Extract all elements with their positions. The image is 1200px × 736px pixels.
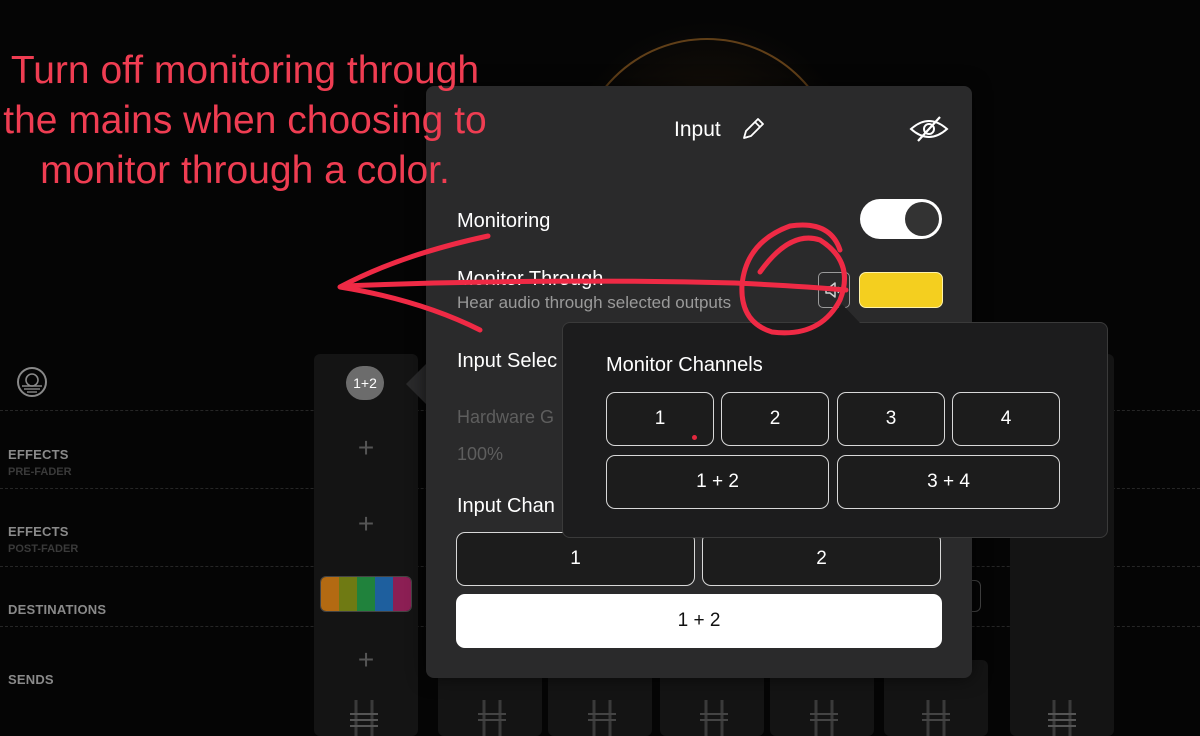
monitor-channel-4-button[interactable]: 4	[952, 392, 1060, 446]
add-send-button[interactable]: +	[351, 646, 381, 674]
speaker-icon	[825, 282, 840, 298]
hardware-gain-value: 100%	[457, 444, 504, 464]
channel-badge[interactable]: 1+2	[346, 366, 384, 400]
fader-icon[interactable]	[474, 696, 510, 736]
subpopover-pointer	[824, 304, 860, 323]
destination-color-4	[375, 577, 393, 611]
fader-icon[interactable]	[806, 696, 842, 736]
destination-color-3	[357, 577, 375, 611]
row-label-sends: SENDS	[8, 672, 54, 687]
annotation-text: Turn off monitoring through the mains wh…	[3, 49, 487, 192]
pencil-icon[interactable]	[738, 114, 768, 144]
monitoring-toggle[interactable]	[860, 199, 942, 239]
selection-dot	[692, 435, 697, 440]
fader-icon[interactable]	[1044, 696, 1080, 736]
fader-icon[interactable]	[584, 696, 620, 736]
monitor-channel-1-2-button[interactable]: 1 + 2	[606, 455, 829, 509]
monitor-color-button[interactable]	[859, 272, 943, 308]
monitoring-label: Monitoring	[457, 210, 551, 232]
hardware-gain-label: Hardware G	[457, 407, 555, 427]
fader-icon[interactable]	[346, 696, 382, 736]
channel-strip[interactable]	[314, 354, 418, 736]
input-channel-1-2-button[interactable]: 1 + 2	[456, 594, 942, 648]
monitor-channel-3-button[interactable]: 3	[837, 392, 945, 446]
destination-color-1	[321, 577, 339, 611]
add-effect-post-button[interactable]: +	[351, 510, 381, 538]
row-label-effects-post: EFFECTS	[8, 524, 69, 539]
monitor-channel-2-button[interactable]: 2	[721, 392, 829, 446]
monitor-channels-title: Monitor Channels	[606, 354, 763, 376]
monitor-through-label: Monitor Through	[457, 268, 604, 290]
disc-icon[interactable]	[16, 366, 48, 398]
popover-title: Input	[674, 118, 721, 141]
input-channel-2-button[interactable]: 2	[702, 532, 941, 586]
toggle-knob	[905, 202, 939, 236]
hide-eye-icon[interactable]	[908, 114, 950, 144]
monitor-through-subtitle: Hear audio through selected outputs	[457, 293, 732, 312]
fader-icon[interactable]	[696, 696, 732, 736]
fader-icon[interactable]	[918, 696, 954, 736]
popover-pointer	[406, 362, 428, 406]
input-channels-label: Input Chan	[457, 495, 555, 517]
input-select-label: Input Selec	[457, 350, 558, 372]
row-sublabel-post-fader: POST-FADER	[8, 543, 79, 555]
speaker-output-button[interactable]	[818, 272, 850, 308]
monitor-channel-1-button[interactable]: 1	[606, 392, 714, 446]
row-label-destinations: DESTINATIONS	[8, 602, 107, 617]
destination-color-2	[339, 577, 357, 611]
input-channel-1-button[interactable]: 1	[456, 532, 695, 586]
row-sublabel-pre-fader: PRE-FADER	[8, 466, 72, 478]
destination-color-5	[393, 577, 411, 611]
monitor-channel-3-4-button[interactable]: 3 + 4	[837, 455, 1060, 509]
add-effect-pre-button[interactable]: +	[351, 434, 381, 462]
row-label-effects-pre: EFFECTS	[8, 447, 69, 462]
destination-colors[interactable]	[320, 576, 412, 612]
